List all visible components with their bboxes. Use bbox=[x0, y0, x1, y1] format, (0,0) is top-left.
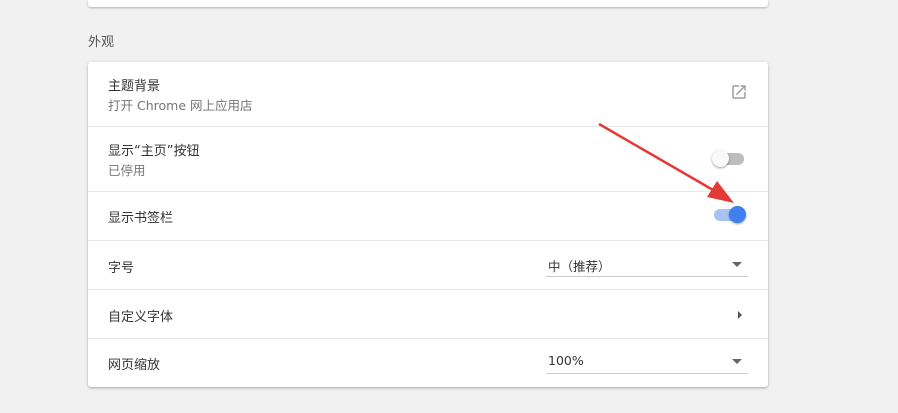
home-button-status: 已停用 bbox=[108, 163, 146, 178]
appearance-settings-card: 主题背景 打开 Chrome 网上应用店 显示“主页”按钮 已停用 显示书签栏 … bbox=[88, 62, 768, 387]
home-button-row: 显示“主页”按钮 已停用 bbox=[88, 127, 768, 192]
home-button-label: 显示“主页”按钮 bbox=[108, 144, 200, 159]
theme-row[interactable]: 主题背景 打开 Chrome 网上应用店 bbox=[88, 62, 768, 127]
external-link-icon[interactable] bbox=[730, 83, 748, 101]
dropdown-caret-icon bbox=[732, 359, 742, 364]
custom-fonts-label: 自定义字体 bbox=[108, 310, 174, 325]
theme-sublabel: 打开 Chrome 网上应用店 bbox=[108, 98, 253, 113]
bookmarks-bar-label: 显示书签栏 bbox=[108, 211, 174, 226]
bookmarks-bar-toggle[interactable] bbox=[714, 206, 746, 224]
theme-label: 主题背景 bbox=[108, 79, 161, 94]
previous-section-card bbox=[88, 0, 768, 7]
font-size-row: 字号 中（推荐） bbox=[88, 241, 768, 290]
font-size-value: 中（推荐） bbox=[548, 259, 611, 274]
toggle-knob bbox=[712, 150, 729, 167]
font-size-label: 字号 bbox=[108, 261, 135, 276]
page-zoom-label: 网页缩放 bbox=[108, 358, 161, 373]
toggle-knob bbox=[729, 206, 746, 223]
page-zoom-value: 100% bbox=[548, 353, 584, 368]
section-title-appearance: 外观 bbox=[88, 35, 115, 50]
page-zoom-select[interactable]: 100% bbox=[546, 351, 748, 374]
bookmarks-bar-row: 显示书签栏 bbox=[88, 192, 768, 241]
home-button-toggle[interactable] bbox=[712, 150, 746, 168]
page-zoom-row: 网页缩放 100% bbox=[88, 339, 768, 387]
font-size-select[interactable]: 中（推荐） bbox=[546, 254, 748, 277]
custom-fonts-row[interactable]: 自定义字体 bbox=[88, 290, 768, 339]
dropdown-caret-icon bbox=[732, 262, 742, 267]
chevron-right-icon bbox=[738, 311, 742, 319]
